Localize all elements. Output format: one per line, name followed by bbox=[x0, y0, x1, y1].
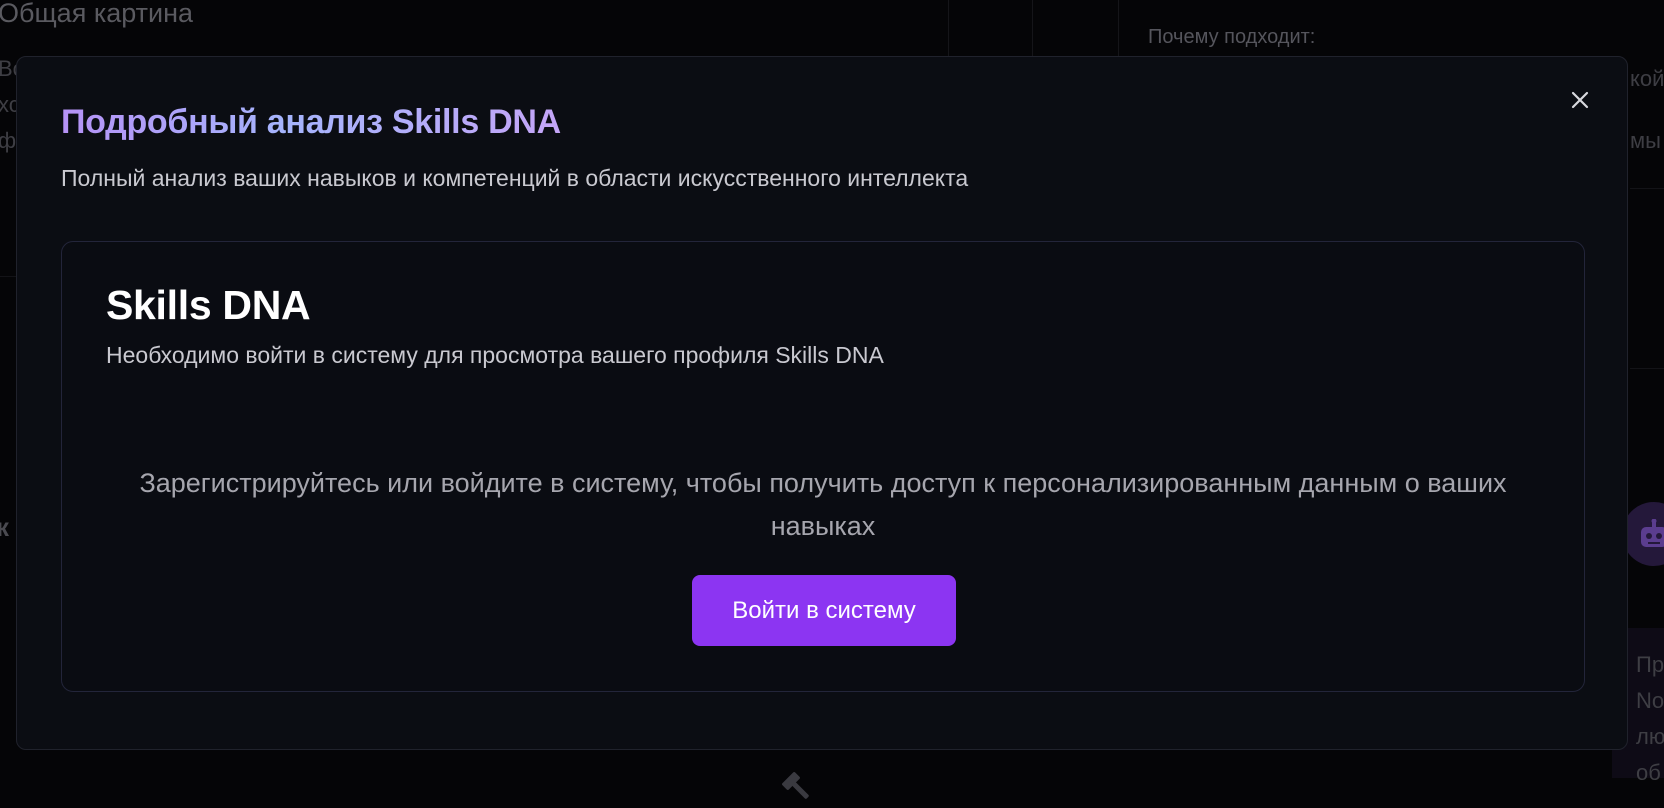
bg-text-fragment: No bbox=[1636, 688, 1664, 713]
close-button[interactable] bbox=[1567, 87, 1593, 113]
modal-title: Подробный анализ Skills DNA bbox=[61, 103, 561, 141]
bg-divider bbox=[1630, 368, 1664, 369]
bg-divider bbox=[1032, 0, 1033, 56]
bg-page-title: Общая картина bbox=[0, 0, 194, 28]
gavel-icon bbox=[780, 770, 814, 808]
card-description: Необходимо войти в систему для просмотра… bbox=[106, 342, 884, 368]
bg-text-fragment: мы bbox=[1630, 128, 1661, 153]
bg-text-fragment: об bbox=[1636, 760, 1661, 785]
bg-text-fragment: к bbox=[0, 512, 10, 542]
bg-divider bbox=[1630, 188, 1664, 189]
bg-divider bbox=[1118, 0, 1119, 56]
bg-text-fragment: кой bbox=[1630, 66, 1664, 91]
robot-icon bbox=[1622, 502, 1664, 566]
close-icon bbox=[1571, 91, 1589, 109]
card-title: Skills DNA bbox=[106, 282, 311, 328]
bg-text-fragment: Пр bbox=[1636, 652, 1664, 677]
login-prompt-message: Зарегистрируйтесь или войдите в систему,… bbox=[139, 468, 1507, 541]
bg-why-label: Почему подходит: bbox=[1148, 26, 1316, 48]
modal-subtitle: Полный анализ ваших навыков и компетенци… bbox=[61, 165, 969, 191]
bg-text-fragment: лю bbox=[1636, 724, 1664, 749]
skills-dna-modal: Подробный анализ Skills DNA Полный анали… bbox=[16, 56, 1628, 750]
bg-divider bbox=[0, 276, 16, 277]
login-button[interactable]: Войти в систему bbox=[692, 575, 956, 646]
skills-dna-card: Skills DNA Необходимо войти в систему дл… bbox=[61, 241, 1585, 692]
bg-divider bbox=[948, 0, 949, 56]
